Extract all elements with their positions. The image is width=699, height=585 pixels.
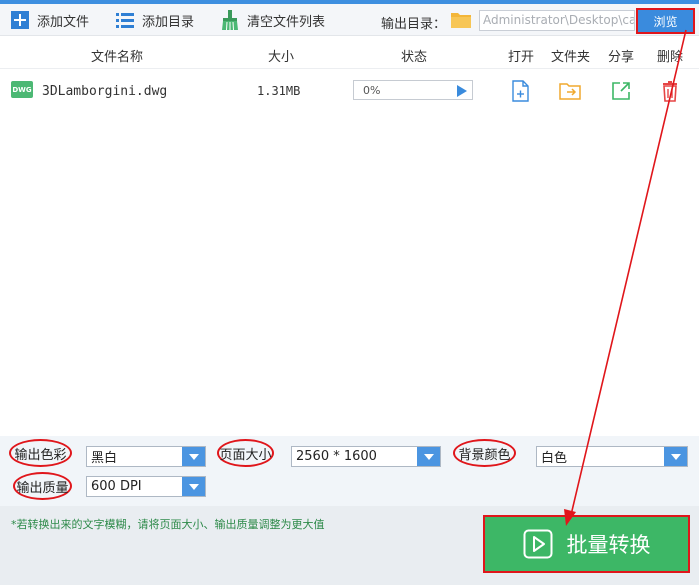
blur-tip-text: *若转换出来的文字模糊，请将页面大小、输出质量调整为更大值 [11,518,325,531]
progress-text: 0% [363,84,381,97]
chevron-down-icon [182,477,205,496]
broom-icon [222,10,238,30]
file-table-header: 文件名称 大小 状态 打开 文件夹 分享 删除 [0,37,699,69]
output-quality-select[interactable]: 600 DPI [86,476,206,497]
output-color-value: 黑白 [91,451,118,466]
background-color-label: 背景颜色 [453,439,516,467]
page-size-select[interactable]: 2560 * 1600 [291,446,441,467]
output-directory-label: 输出目录： [381,17,447,32]
file-size: 1.31MB [257,84,301,98]
add-file-label: 添加文件 [37,14,90,30]
browse-highlight-box: 浏览 [636,8,695,34]
browse-button[interactable]: 浏览 [638,10,693,32]
open-folder-icon[interactable] [558,79,582,103]
column-header-size: 大小 [268,50,295,65]
plus-icon [11,11,29,29]
add-file-button[interactable]: 添加文件 [11,9,89,31]
column-header-delete: 删除 [657,50,684,65]
output-settings-panel: 输出色彩 黑白 页面大小 2560 * 1600 背景颜色 白色 输出质量 60… [0,436,699,506]
clear-list-button[interactable]: 清空文件列表 [221,9,325,31]
share-icon[interactable] [609,79,633,103]
add-directory-label: 添加目录 [142,14,195,30]
batch-convert-label: 批量转换 [566,533,651,557]
clear-list-label: 清空文件列表 [247,14,326,30]
chevron-down-icon [182,447,205,466]
add-directory-button[interactable]: 添加目录 [116,9,194,31]
background-color-select[interactable]: 白色 [536,446,688,467]
column-header-share: 分享 [608,50,635,65]
output-color-label: 输出色彩 [9,439,72,467]
output-color-select[interactable]: 黑白 [86,446,206,467]
background-color-value: 白色 [541,451,568,466]
file-name: 3DLamborgini.dwg [42,84,168,99]
output-path-input[interactable]: Administrator\Desktop\cad [479,10,635,31]
table-row[interactable]: DWG 3DLamborgini.dwg 1.31MB 0% [0,76,699,106]
toolbar: 添加文件 添加目录 清空文件列表 输出目录： Administrator\Des… [0,4,699,36]
bottom-bar: *若转换出来的文字模糊，请将页面大小、输出质量调整为更大值 批量转换 [0,506,699,585]
folder-icon[interactable] [451,11,471,28]
column-header-folder: 文件夹 [551,50,591,65]
chevron-down-icon [664,447,687,466]
conversion-progress-bar: 0% [353,80,473,100]
page-size-value: 2560 * 1600 [296,449,377,464]
batch-convert-button[interactable]: 批量转换 [485,517,688,571]
delete-icon[interactable] [658,79,682,103]
play-icon[interactable] [457,85,467,97]
output-quality-label: 输出质量 [13,472,72,500]
convert-highlight-box: 批量转换 [483,515,690,573]
open-file-icon[interactable] [508,79,532,103]
chevron-down-icon [417,447,440,466]
output-quality-value: 600 DPI [91,479,142,494]
list-icon [116,13,134,28]
dwg-file-icon: DWG [11,81,33,98]
page-size-label: 页面大小 [217,439,274,467]
column-header-name: 文件名称 [91,50,144,65]
column-header-open: 打开 [508,50,535,65]
column-header-status: 状态 [401,50,428,65]
play-icon [523,529,552,559]
